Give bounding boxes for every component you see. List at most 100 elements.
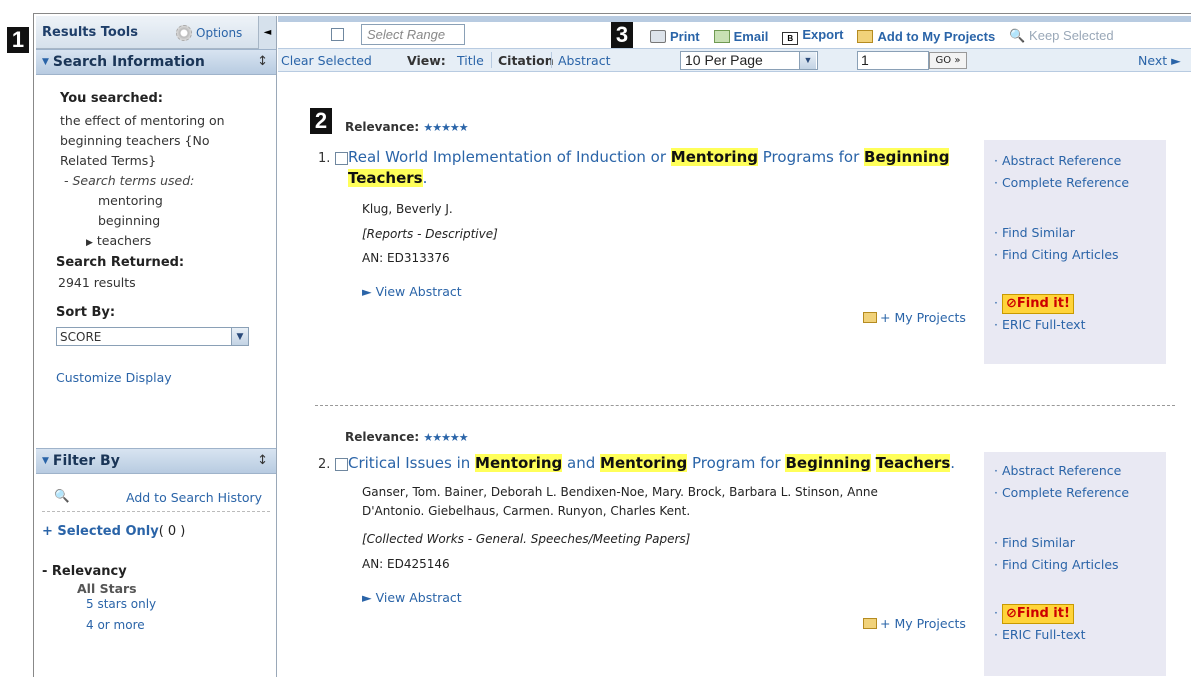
filter-5-stars-link[interactable]: 5 stars only	[86, 597, 156, 611]
triangle-right-icon: ▶	[86, 238, 93, 248]
my-projects-label: + My Projects	[880, 616, 966, 631]
title-text: and	[562, 454, 601, 472]
relevance-stars: ★★★★★	[423, 431, 468, 444]
divider	[551, 52, 552, 68]
toolbar-actions: Print Email B Export Add to My Projects 🔍…	[650, 27, 1114, 45]
resize-arrows-icon[interactable]: ↕	[257, 54, 268, 69]
abstract-reference-link[interactable]: · Abstract Reference	[994, 460, 1166, 482]
record-title-link[interactable]: Critical Issues in Mentoring and Mentori…	[348, 453, 988, 474]
go-button[interactable]: GO »	[929, 52, 967, 69]
link-label: ERIC Full-text	[1001, 627, 1086, 642]
folder-add-icon	[863, 312, 877, 323]
email-button[interactable]: Email	[713, 29, 768, 44]
find-it-badge: ⊘Find it!	[1001, 604, 1074, 624]
highlighted-term: Mentoring	[670, 148, 758, 166]
query-line: the effect of mentoring on	[60, 113, 225, 128]
add-to-search-history-link[interactable]: Add to Search History	[126, 490, 262, 505]
add-to-my-projects-button[interactable]: Add to My Projects	[857, 29, 995, 44]
sort-by-select[interactable]: SCORE ▼	[56, 327, 249, 346]
term-item-selected[interactable]: ▶ teachers	[60, 231, 276, 253]
link-label: Complete Reference	[1001, 175, 1130, 190]
you-searched-label: You searched:	[60, 91, 163, 106]
select-all-checkbox[interactable]	[331, 28, 344, 41]
relevance-label: Relevance: ★★★★★	[345, 430, 469, 444]
title-text: Real World Implementation of Induction o…	[348, 148, 671, 166]
options-button[interactable]: Options	[176, 25, 242, 41]
find-similar-link[interactable]: · Find Similar	[994, 532, 1166, 554]
record-authors: Ganser, Tom. Bainer, Deborah L. Bendixen…	[362, 485, 878, 499]
record-publication-type: [Collected Works - General. Speeches/Mee…	[362, 532, 691, 546]
record-number: 2.	[318, 457, 331, 472]
query-line: Related Terms}	[60, 153, 157, 168]
relevance-label: Relevance: ★★★★★	[345, 120, 469, 134]
find-it-button[interactable]: · ⊘Find it!	[994, 292, 1166, 314]
view-label: View:	[407, 53, 446, 68]
resize-arrows-icon[interactable]: ↕	[257, 453, 268, 468]
search-information-label: Search Information	[52, 54, 205, 70]
folder-add-icon	[857, 29, 874, 43]
complete-reference-link[interactable]: · Complete Reference	[994, 172, 1166, 194]
per-page-select[interactable]: 10 Per Page ▼	[680, 51, 818, 70]
filter-by-header[interactable]: ▼ Filter By ↕	[36, 448, 276, 474]
clear-selected-link[interactable]: Clear Selected	[281, 53, 372, 68]
link-label: Find Similar	[1001, 225, 1075, 240]
print-button[interactable]: Print	[650, 29, 700, 44]
eric-full-text-link[interactable]: · ERIC Full-text	[994, 314, 1166, 336]
eric-full-text-link[interactable]: · ERIC Full-text	[994, 624, 1166, 646]
record-checkbox[interactable]	[335, 458, 348, 471]
results-toolbar: Select Range 3 Print Email B Export Add t…	[278, 22, 1191, 48]
customize-display-link[interactable]: Customize Display	[56, 368, 276, 388]
keep-selected-button[interactable]: 🔍 Keep Selected	[1009, 28, 1113, 44]
my-projects-label: + My Projects	[880, 310, 966, 325]
find-citing-articles-link[interactable]: · Find Citing Articles	[994, 554, 1166, 576]
record-publication-type: [Reports - Descriptive]	[362, 227, 498, 241]
callout-3: 3	[611, 22, 633, 48]
chevron-down-icon: ▼	[231, 328, 248, 345]
view-abstract-link[interactable]: Abstract	[558, 53, 610, 68]
next-page-link[interactable]: Next ►	[1138, 53, 1181, 68]
sort-by-label: Sort By:	[56, 305, 116, 320]
view-abstract-link[interactable]: ► View Abstract	[362, 284, 462, 299]
find-it-button[interactable]: · ⊘Find it!	[994, 602, 1166, 624]
add-to-my-projects-link[interactable]: + My Projects	[863, 616, 966, 631]
gear-icon	[176, 25, 192, 41]
select-range-input[interactable]: Select Range	[361, 24, 465, 45]
export-icon: B	[782, 32, 799, 45]
export-button[interactable]: B Export	[782, 27, 843, 45]
page-number-input[interactable]: 1	[857, 51, 929, 70]
view-citation-current[interactable]: Citation	[498, 53, 554, 68]
find-citing-articles-link[interactable]: · Find Citing Articles	[994, 244, 1166, 266]
add-history-row: 🔍 Add to Search History	[42, 486, 270, 512]
relevance-text: Relevance:	[345, 120, 420, 134]
view-abstract-link[interactable]: ► View Abstract	[362, 590, 462, 605]
term-item: beginning	[98, 213, 161, 228]
selected-only-link[interactable]: + Selected Only( 0 )	[42, 524, 185, 539]
title-text	[871, 454, 876, 472]
find-it-label: Find it!	[1016, 296, 1070, 311]
record-divider	[315, 405, 1175, 406]
record-checkbox[interactable]	[335, 152, 348, 165]
results-main: Select Range 3 Print Email B Export Add t…	[278, 16, 1191, 677]
title-text: Program for	[687, 454, 786, 472]
search-returned-label: Search Returned:	[56, 255, 185, 270]
view-title-link[interactable]: Title	[457, 53, 484, 68]
link-label: Complete Reference	[1001, 485, 1130, 500]
email-icon	[713, 29, 730, 43]
chevron-down-icon: ▼	[799, 52, 816, 69]
find-similar-link[interactable]: · Find Similar	[994, 222, 1166, 244]
add-to-my-projects-link[interactable]: + My Projects	[863, 310, 966, 325]
collapse-sidebar-button[interactable]: ◄	[258, 16, 276, 49]
term-text: teachers	[96, 233, 152, 248]
results-tools-sidebar: Results Tools Options ◄ ▼ Search Informa…	[36, 16, 277, 677]
term-item: mentoring	[98, 193, 163, 208]
record-title-link[interactable]: Real World Implementation of Induction o…	[348, 147, 968, 189]
filter-4-or-more-link[interactable]: 4 or more	[86, 618, 145, 632]
title-text: Critical Issues in	[348, 454, 476, 472]
sort-by-value: SCORE	[60, 329, 102, 344]
link-label: Find Citing Articles	[1001, 247, 1119, 262]
selected-only-label: + Selected Only	[42, 524, 159, 539]
complete-reference-link[interactable]: · Complete Reference	[994, 482, 1166, 504]
relevancy-label[interactable]: - Relevancy	[42, 564, 127, 579]
search-information-header[interactable]: ▼ Search Information ↕	[36, 49, 276, 75]
abstract-reference-link[interactable]: · Abstract Reference	[994, 150, 1166, 172]
